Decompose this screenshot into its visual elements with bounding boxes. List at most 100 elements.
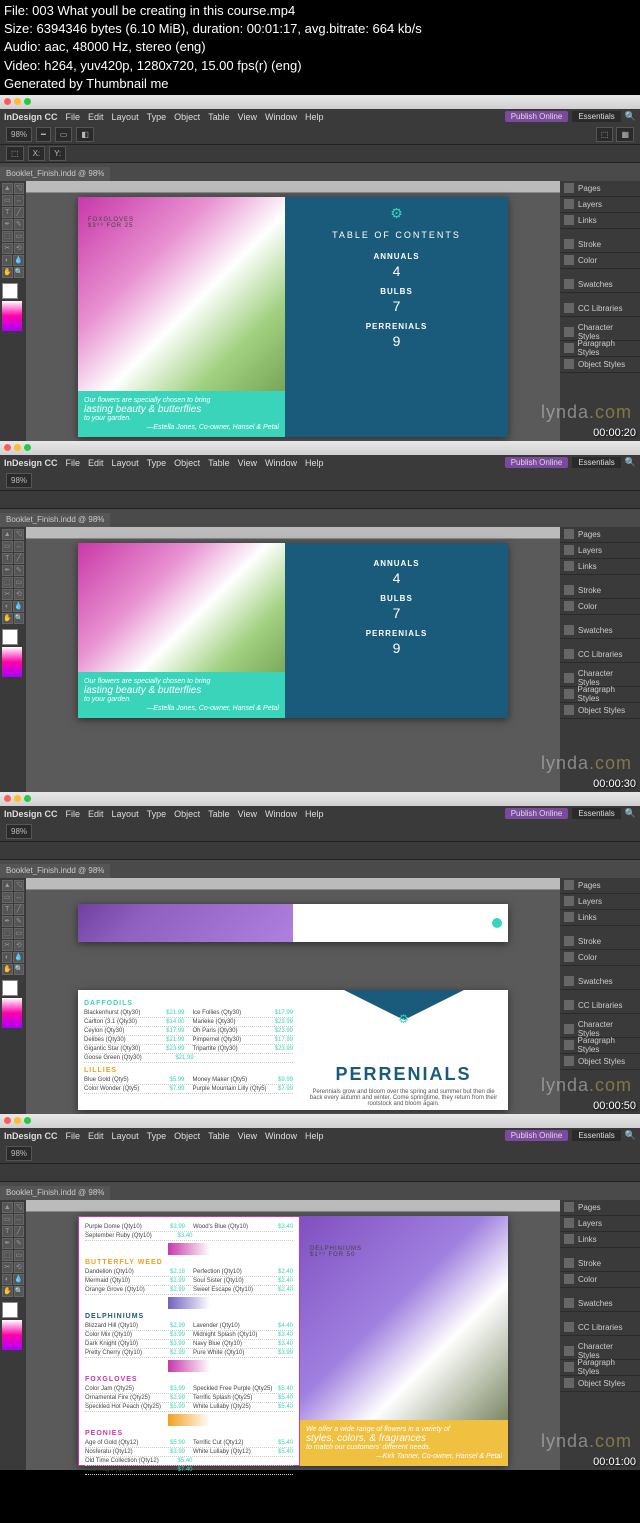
gear-icon: ⚙ bbox=[293, 205, 500, 222]
swatches-icon bbox=[564, 279, 574, 289]
toolbar-control[interactable]: ⬚ bbox=[6, 146, 24, 161]
price-row: Dark Knight (Qty10)$3.99Navy Blue (Qty10… bbox=[85, 1340, 293, 1349]
type-tool[interactable]: T bbox=[2, 207, 13, 218]
price-row: Red Magic (Qty5)$7.40 bbox=[85, 1466, 293, 1475]
line-tool[interactable]: ╱ bbox=[14, 207, 25, 218]
toolbar-control[interactable]: ◧ bbox=[76, 127, 94, 142]
maximize-icon[interactable] bbox=[24, 444, 31, 451]
gap-tool[interactable]: ↔ bbox=[14, 195, 25, 206]
hand-tool[interactable]: ✋ bbox=[2, 267, 13, 278]
pencil-tool[interactable]: ✎ bbox=[14, 219, 25, 230]
thumbnail-frame-3: InDesign CCFileEditLayoutTypeObjectTable… bbox=[0, 792, 640, 1114]
quote-box-2: We offer a wide range of flowers in a va… bbox=[300, 1420, 508, 1466]
menu-window[interactable]: Window bbox=[265, 112, 297, 122]
rectangle-tool[interactable]: ▭ bbox=[14, 231, 25, 242]
toolbar-control[interactable]: ⬚ bbox=[596, 127, 614, 142]
selection-tool[interactable]: ▲ bbox=[2, 183, 13, 194]
panel-cc-libraries[interactable]: CC Libraries bbox=[560, 301, 640, 317]
eyedropper-tool[interactable]: 💧 bbox=[13, 255, 24, 266]
price-row: Ornamental Fire (Qty25)$2.99Terrific Spl… bbox=[85, 1394, 293, 1403]
app-title: InDesign CC bbox=[4, 112, 58, 122]
zoom-tool[interactable]: 🔍 bbox=[14, 267, 25, 278]
zoom-field[interactable]: 98% bbox=[6, 127, 32, 142]
toolbar-control[interactable]: ━ bbox=[36, 127, 51, 142]
panel-links[interactable]: Links bbox=[560, 213, 640, 229]
price-row: Blizzard Hill (Qty10)$2.99Lavender (Qty1… bbox=[85, 1322, 293, 1331]
toolbar-control[interactable]: Y: bbox=[49, 146, 66, 161]
tools-panel: ▲◹ ▭↔ T╱ ✒✎ ⬚▭ ✂⟲ ◐💧 ✋🔍 bbox=[0, 527, 26, 792]
close-icon[interactable] bbox=[4, 98, 11, 105]
gradient-tool[interactable]: ◐ bbox=[2, 255, 12, 266]
price-row: Blue Gold (Qty5)$5.99Money Maker (Qty5)$… bbox=[84, 1076, 293, 1085]
quote-box: Our flowers are specially chosen to brin… bbox=[78, 391, 285, 437]
price-row: Ceylon (Qty30)$17.99Oh Paris (Qty30)$23.… bbox=[84, 1027, 293, 1036]
panel-layers[interactable]: Layers bbox=[560, 197, 640, 213]
page-delphiniums: DELPHINIUMS$1⁹⁹ FOR 50 We offer a wide r… bbox=[300, 1216, 508, 1466]
gradient-swatch[interactable] bbox=[2, 301, 22, 331]
menu-file[interactable]: File bbox=[66, 112, 81, 122]
stroke-icon bbox=[564, 239, 574, 249]
layers-icon bbox=[564, 199, 574, 209]
toc-title: TABLE OF CONTENTS bbox=[293, 230, 500, 240]
fill-swatch[interactable] bbox=[2, 283, 18, 299]
price-row: Carlton (3.1 (Qty30)$14.00Marieke (Qty30… bbox=[84, 1018, 293, 1027]
panel-swatches[interactable]: Swatches bbox=[560, 277, 640, 293]
publish-online-button[interactable]: Publish Online bbox=[505, 111, 569, 122]
watermark: lynda.com bbox=[541, 402, 632, 423]
price-row: Goose Green (Qty30)$21.99 bbox=[84, 1054, 293, 1063]
price-row: Age of Gold (Qty12)$5.99Terrific Cut (Qt… bbox=[85, 1439, 293, 1448]
minimize-icon[interactable] bbox=[14, 98, 21, 105]
page-handle bbox=[492, 918, 502, 928]
price-row: Gigantic Star (Qty30)$23.99Tripartite (Q… bbox=[84, 1045, 293, 1054]
scissors-tool[interactable]: ✂ bbox=[2, 243, 13, 254]
search-icon[interactable]: 🔍 bbox=[625, 111, 636, 122]
menu-edit[interactable]: Edit bbox=[88, 112, 104, 122]
page-price-list: DAFFODILS Blackenhurst (Qty30)$21.99Ice … bbox=[78, 990, 299, 1110]
menu-layout[interactable]: Layout bbox=[112, 112, 139, 122]
toolbar-control[interactable]: ▭ bbox=[55, 127, 73, 142]
cc-libraries-icon bbox=[564, 303, 574, 313]
price-row: Delibes (Qty30)$21.99Pimpernel (Qty30)$1… bbox=[84, 1036, 293, 1045]
document-tab[interactable]: Booklet_Finish.indd @ 98% bbox=[0, 167, 110, 181]
panel-obj-styles[interactable]: Object Styles bbox=[560, 357, 640, 373]
app-menu-bar: InDesign CC File Edit Layout Type Object… bbox=[0, 109, 640, 125]
page-tool[interactable]: ▭ bbox=[2, 195, 13, 206]
char-styles-icon bbox=[564, 327, 574, 337]
menu-table[interactable]: Table bbox=[208, 112, 230, 122]
thumbnail-frame-4: InDesign CCFileEditLayoutTypeObjectTable… bbox=[0, 1114, 640, 1470]
color-icon bbox=[564, 255, 574, 265]
panel-pages[interactable]: Pages bbox=[560, 181, 640, 197]
workspace-switcher[interactable]: Essentials bbox=[572, 111, 620, 122]
rectangle-frame-tool[interactable]: ⬚ bbox=[2, 231, 13, 242]
product-price: $3⁹⁹ FOR 25 bbox=[88, 223, 134, 229]
menu-help[interactable]: Help bbox=[305, 112, 324, 122]
menu-view[interactable]: View bbox=[238, 112, 257, 122]
section-daffodils: DAFFODILS bbox=[84, 1000, 293, 1007]
links-icon bbox=[564, 215, 574, 225]
timestamp: 00:00:20 bbox=[593, 427, 636, 439]
panel-color[interactable]: Color bbox=[560, 253, 640, 269]
pen-tool[interactable]: ✒ bbox=[2, 219, 13, 230]
price-row: Orange Grove (Qty10)$2.99Sweet Escape (Q… bbox=[85, 1286, 293, 1295]
price-row: Purple Dome (Qty10)$3.99Wood's Blue (Qty… bbox=[85, 1223, 293, 1232]
canvas-area[interactable]: FOXGLOVES $3⁹⁹ FOR 25 Our flowers are sp… bbox=[26, 181, 560, 441]
free-transform-tool[interactable]: ⟲ bbox=[14, 243, 25, 254]
minimize-icon[interactable] bbox=[14, 444, 21, 451]
obj-styles-icon bbox=[564, 359, 574, 369]
tools-panel: ▲◹ ▭↔ T╱ ✒✎ ⬚▭ ✂⟲ ◐💧 ✋🔍 bbox=[0, 181, 26, 441]
panel-stroke[interactable]: Stroke bbox=[560, 237, 640, 253]
thumbnail-frame-1: InDesign CC File Edit Layout Type Object… bbox=[0, 95, 640, 441]
close-icon[interactable] bbox=[4, 444, 11, 451]
menu-object[interactable]: Object bbox=[174, 112, 200, 122]
price-row: Speckled Hot Peach (Qty25)$5.99White Lul… bbox=[85, 1403, 293, 1412]
page-left: FOXGLOVES $3⁹⁹ FOR 25 Our flowers are sp… bbox=[78, 197, 285, 437]
price-row: Nosferatu (Qty12)$3.99White Lullaby (Qty… bbox=[85, 1448, 293, 1457]
toolbar-control[interactable]: ▦ bbox=[616, 127, 634, 142]
menu-type[interactable]: Type bbox=[147, 112, 167, 122]
maximize-icon[interactable] bbox=[24, 98, 31, 105]
price-row: September Ruby (Qty10)$3.40 bbox=[85, 1232, 293, 1241]
toolbar-control[interactable]: X: bbox=[28, 146, 46, 161]
panel-para-styles[interactable]: Paragraph Styles bbox=[560, 341, 640, 357]
direct-selection-tool[interactable]: ◹ bbox=[14, 183, 25, 194]
price-row: Color Mix (Qty10)$3.99Midnight Splash (Q… bbox=[85, 1331, 293, 1340]
